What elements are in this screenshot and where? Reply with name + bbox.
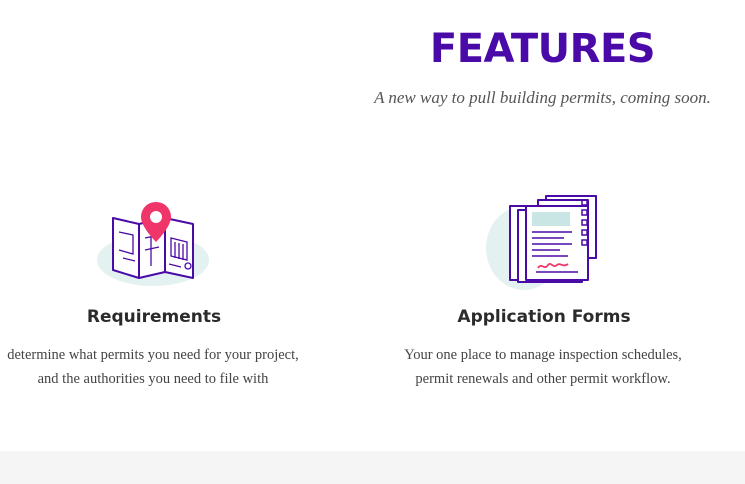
section-subtitle: A new way to pull building permits, comi… [374,88,711,107]
feature-description-requirements: determine what permits you need for your… [7,347,299,387]
feature-description-application-forms: Your one place to manage inspection sche… [404,347,682,387]
feature-title-application-forms: Application Forms [457,307,631,327]
documents-icon [484,192,604,294]
footer-band [0,451,745,484]
section-title: FEATURES [429,26,656,72]
feature-title-requirements: Requirements [86,307,222,327]
map-pin-icon [95,198,215,290]
